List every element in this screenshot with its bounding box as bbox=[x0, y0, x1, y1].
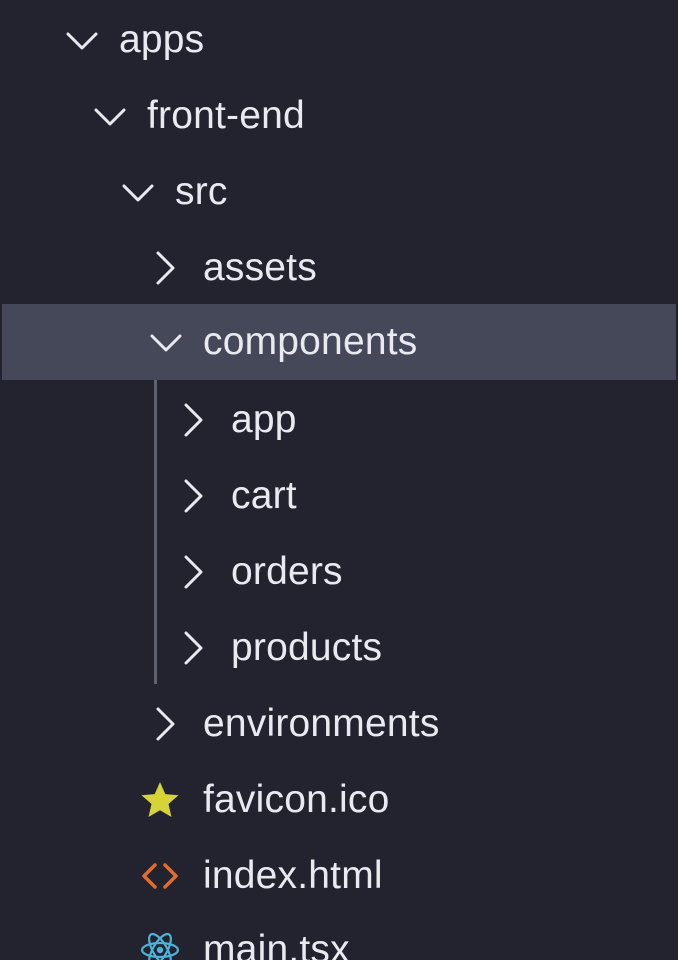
tree-item-label: environments bbox=[203, 702, 440, 745]
chevron-right-icon bbox=[146, 704, 186, 744]
tree-folder-apps[interactable]: apps bbox=[0, 2, 678, 78]
file-explorer-tree: apps front-end src assets components app bbox=[0, 0, 678, 960]
tree-file-favicon[interactable]: favicon.ico bbox=[0, 762, 678, 838]
tree-item-label: products bbox=[231, 626, 383, 669]
tree-item-label: cart bbox=[231, 474, 297, 517]
star-icon bbox=[140, 780, 180, 820]
chevron-right-icon bbox=[174, 400, 214, 440]
chevron-right-icon bbox=[174, 552, 214, 592]
tree-folder-components[interactable]: components bbox=[2, 304, 676, 380]
tree-item-label: front-end bbox=[147, 94, 305, 137]
tree-folder-products[interactable]: products bbox=[0, 610, 678, 686]
tree-folder-assets[interactable]: assets bbox=[0, 230, 678, 306]
tree-item-label: components bbox=[203, 320, 418, 363]
chevron-down-icon bbox=[62, 20, 102, 60]
chevron-right-icon bbox=[146, 248, 186, 288]
chevron-down-icon bbox=[90, 96, 130, 136]
tree-file-main-tsx[interactable]: main.tsx bbox=[0, 912, 678, 960]
tree-item-label: orders bbox=[231, 550, 343, 593]
html-code-icon bbox=[140, 856, 180, 896]
tree-folder-src[interactable]: src bbox=[0, 154, 678, 230]
tree-folder-orders[interactable]: orders bbox=[0, 534, 678, 610]
tree-folder-environments[interactable]: environments bbox=[0, 686, 678, 762]
chevron-down-icon bbox=[146, 322, 186, 362]
tree-file-index-html[interactable]: index.html bbox=[0, 838, 678, 914]
tree-item-label: apps bbox=[119, 18, 205, 61]
tree-folder-app[interactable]: app bbox=[0, 382, 678, 458]
tree-item-label: src bbox=[175, 170, 228, 213]
react-icon bbox=[140, 930, 180, 960]
tree-item-label: assets bbox=[203, 246, 317, 289]
chevron-right-icon bbox=[174, 476, 214, 516]
tree-folder-front-end[interactable]: front-end bbox=[0, 78, 678, 154]
tree-item-label: favicon.ico bbox=[203, 778, 390, 821]
tree-item-label: main.tsx bbox=[203, 928, 350, 960]
chevron-down-icon bbox=[118, 172, 158, 212]
tree-item-label: index.html bbox=[203, 854, 383, 897]
tree-folder-cart[interactable]: cart bbox=[0, 458, 678, 534]
chevron-right-icon bbox=[174, 628, 214, 668]
tree-item-label: app bbox=[231, 398, 297, 441]
